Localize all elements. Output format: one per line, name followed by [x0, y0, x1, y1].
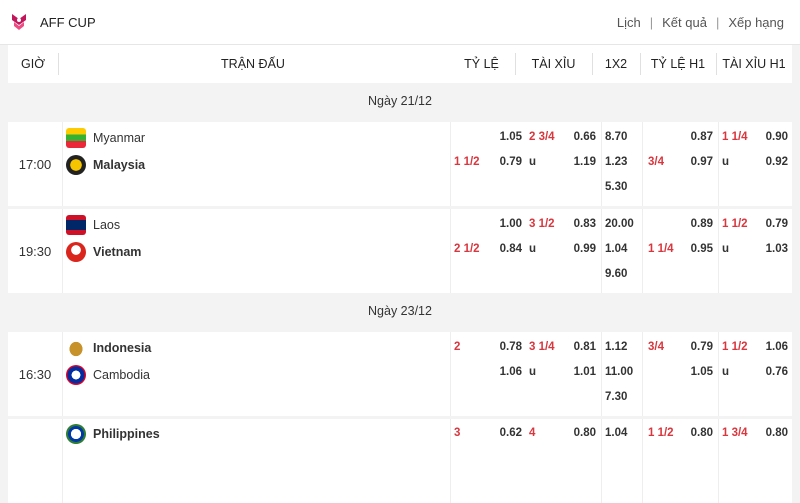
- tai-xiu-h1-odd[interactable]: 1.06: [748, 341, 788, 353]
- cambodia-flag-icon: [66, 365, 86, 385]
- match-row[interactable]: 19:30 Laos Vietnam 2 1/2 1.00 0.84 3 1/2…: [8, 209, 792, 293]
- ty-le-line: 2: [454, 341, 461, 353]
- league-title: AFF CUP: [40, 15, 96, 30]
- ty-le-line: 2 1/2: [454, 243, 480, 255]
- match-time: 19:30: [18, 243, 52, 259]
- tai-xiu-u: u: [529, 243, 537, 255]
- col-ty-le: TỶ LỆ: [464, 57, 499, 71]
- nav-link-xep-hang[interactable]: Xếp hạng: [728, 15, 784, 30]
- philippines-flag-icon: [66, 424, 86, 444]
- tai-xiu-odd[interactable]: 0.83: [556, 218, 596, 230]
- match-row[interactable]: 16:30 Indonesia Cambodia 2 0.78 1.06 3 1…: [8, 332, 792, 416]
- tai-xiu-odd[interactable]: 0.81: [556, 341, 596, 353]
- date-header: Ngày 23/12: [8, 293, 792, 329]
- home-team[interactable]: Myanmar: [66, 126, 145, 150]
- date-header: Ngày 21/12: [8, 83, 792, 119]
- ty-le-line: 3: [454, 427, 461, 439]
- x12-odd[interactable]: 9.60: [605, 268, 627, 280]
- tai-xiu-h1-line: 1 3/4: [722, 427, 748, 439]
- ty-le-h1-line: 1 1/4: [648, 243, 674, 255]
- malaysia-flag-icon: [66, 155, 86, 175]
- ty-le-odd[interactable]: 1.00: [478, 218, 522, 230]
- col-tran-dau: TRẬN ĐẤU: [221, 57, 285, 71]
- indonesia-flag-icon: [66, 338, 86, 358]
- match-time: 16:30: [18, 366, 52, 382]
- tai-xiu-h1-odd[interactable]: 0.90: [748, 131, 788, 143]
- aff-logo-icon: [12, 14, 26, 30]
- nav-link-lich[interactable]: Lịch: [617, 15, 641, 30]
- myanmar-flag-icon: [66, 128, 86, 148]
- tai-xiu-odd[interactable]: 0.66: [556, 131, 596, 143]
- ty-le-h1-line: 3/4: [648, 341, 664, 353]
- away-team[interactable]: Cambodia: [66, 363, 150, 387]
- nav-link-ket-qua[interactable]: Kết quả: [662, 15, 707, 30]
- tai-xiu-odd[interactable]: 0.80: [556, 427, 596, 439]
- x12-odd[interactable]: 1.04: [605, 243, 627, 255]
- match-time: 17:00: [18, 156, 52, 172]
- tai-xiu-odd[interactable]: 1.01: [556, 366, 596, 378]
- ty-le-h1-odd[interactable]: 0.79: [672, 341, 713, 353]
- tai-xiu-odd[interactable]: 1.19: [556, 156, 596, 168]
- vietnam-flag-icon: [66, 242, 86, 262]
- ty-le-odd[interactable]: 1.05: [478, 131, 522, 143]
- x12-odd[interactable]: 1.04: [605, 427, 627, 439]
- ty-le-h1-odd[interactable]: 0.97: [672, 156, 713, 168]
- col-gio: GIỜ: [21, 57, 45, 71]
- ty-le-h1-odd[interactable]: 0.87: [672, 131, 713, 143]
- away-team[interactable]: Vietnam: [66, 240, 141, 264]
- ty-le-h1-odd[interactable]: 1.05: [672, 366, 713, 378]
- x12-odd[interactable]: 1.12: [605, 341, 627, 353]
- ty-le-h1-line: 3/4: [648, 156, 664, 168]
- tai-xiu-h1-u: u: [722, 156, 730, 168]
- tai-xiu-h1-line: 1 1/2: [722, 341, 748, 353]
- tai-xiu-h1-u: u: [722, 243, 730, 255]
- x12-odd[interactable]: 11.00: [605, 366, 633, 378]
- col-tai-xiu-h1: TÀI XỈU H1: [722, 57, 786, 71]
- tai-xiu-h1-line: 1 1/2: [722, 218, 748, 230]
- tai-xiu-h1-odd[interactable]: 1.03: [748, 243, 788, 255]
- nav-links: Lịch | Kết quả | Xếp hạng: [616, 15, 784, 30]
- x12-odd[interactable]: 7.30: [605, 391, 627, 403]
- home-team[interactable]: Philippines: [66, 422, 160, 446]
- ty-le-odd[interactable]: 0.84: [478, 243, 522, 255]
- tai-xiu-odd[interactable]: 0.99: [556, 243, 596, 255]
- away-team[interactable]: Malaysia: [66, 153, 145, 177]
- x12-odd[interactable]: 5.30: [605, 181, 627, 193]
- tai-xiu-u: u: [529, 366, 537, 378]
- ty-le-h1-odd[interactable]: 0.89: [672, 218, 713, 230]
- tai-xiu-h1-line: 1 1/4: [722, 131, 748, 143]
- ty-le-line: 1 1/2: [454, 156, 480, 168]
- x12-odd[interactable]: 20.00: [605, 218, 634, 230]
- tai-xiu-line: 4: [529, 427, 536, 439]
- ty-le-odd[interactable]: 0.62: [478, 427, 522, 439]
- top-bar: AFF CUP Lịch | Kết quả | Xếp hạng: [0, 0, 800, 45]
- tai-xiu-u: u: [529, 156, 537, 168]
- tai-xiu-h1-odd[interactable]: 0.80: [748, 427, 788, 439]
- home-team[interactable]: Indonesia: [66, 336, 151, 360]
- ty-le-odd[interactable]: 0.78: [478, 341, 522, 353]
- col-ty-le-h1: TỶ LỆ H1: [650, 57, 706, 71]
- x12-odd[interactable]: 8.70: [605, 131, 627, 143]
- match-row[interactable]: Philippines 3 0.62 4 0.80 1.04 1 1/2 0.8…: [8, 419, 792, 503]
- laos-flag-icon: [66, 215, 86, 235]
- x12-odd[interactable]: 1.23: [605, 156, 627, 168]
- ty-le-h1-odd[interactable]: 0.95: [672, 243, 713, 255]
- home-team[interactable]: Laos: [66, 213, 120, 237]
- tai-xiu-line: 3 1/4: [529, 341, 555, 353]
- ty-le-h1-line: 1 1/2: [648, 427, 674, 439]
- tai-xiu-h1-odd[interactable]: 0.76: [748, 366, 788, 378]
- tai-xiu-line: 2 3/4: [529, 131, 555, 143]
- col-1x2: 1X2: [604, 57, 628, 71]
- tai-xiu-h1-odd[interactable]: 0.92: [748, 156, 788, 168]
- table-header: GIỜ TRẬN ĐẤU TỶ LỆ TÀI XỈU 1X2 TỶ LỆ H1 …: [8, 45, 792, 84]
- ty-le-odd[interactable]: 1.06: [478, 366, 522, 378]
- ty-le-odd[interactable]: 0.79: [478, 156, 522, 168]
- tai-xiu-h1-odd[interactable]: 0.79: [748, 218, 788, 230]
- match-row[interactable]: 17:00 Myanmar Malaysia 1 1/2 1.05 0.79 2…: [8, 122, 792, 206]
- col-tai-xiu: TÀI XỈU: [531, 57, 576, 71]
- tai-xiu-line: 3 1/2: [529, 218, 555, 230]
- tai-xiu-h1-u: u: [722, 366, 730, 378]
- ty-le-h1-odd[interactable]: 0.80: [672, 427, 713, 439]
